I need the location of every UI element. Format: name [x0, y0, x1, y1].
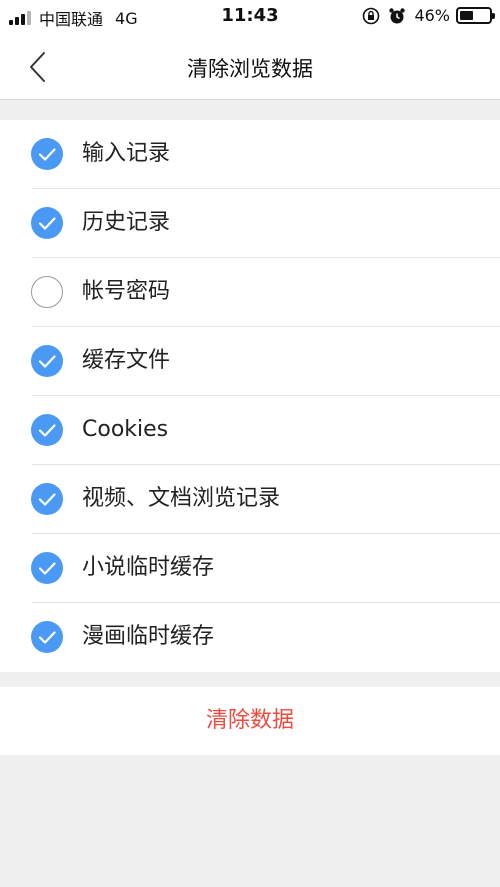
battery-icon — [456, 7, 495, 24]
option-row[interactable]: 漫画临时缓存 — [0, 603, 500, 672]
status-bar: 中国联通 4G 11:43 46% — [0, 0, 500, 33]
battery-percent: 46% — [414, 6, 450, 25]
option-label: 帐号密码 — [82, 279, 171, 304]
battery-level-fill — [460, 11, 473, 20]
unchecked-circle-icon[interactable] — [31, 276, 63, 308]
rotation-lock-icon — [363, 7, 380, 24]
status-right: 46% — [362, 6, 495, 25]
checked-circle-icon[interactable] — [31, 345, 63, 377]
clear-options-list: 输入记录历史记录帐号密码缓存文件 Cookies 视频、文档浏览记录 小说临时缓存 漫画… — [0, 120, 500, 672]
option-row[interactable]: 输入记录 — [0, 120, 500, 189]
checked-circle-icon[interactable] — [31, 414, 63, 446]
page-title: 清除浏览数据 — [187, 57, 313, 81]
option-label: 输入记录 — [82, 141, 171, 166]
option-label: 缓存文件 — [82, 348, 171, 373]
checked-circle-icon[interactable] — [31, 552, 63, 584]
alarm-icon — [389, 7, 406, 23]
option-row[interactable]: 缓存文件 — [0, 327, 500, 396]
option-row[interactable]: 历史记录 — [0, 189, 500, 258]
option-label: 历史记录 — [82, 210, 171, 235]
option-row[interactable]: Cookies — [0, 396, 500, 465]
checked-circle-icon[interactable] — [31, 138, 63, 170]
clear-data-button[interactable]: 清除数据 — [0, 687, 500, 755]
checked-circle-icon[interactable] — [31, 621, 63, 653]
option-row[interactable]: 视频、文档浏览记录 — [0, 465, 500, 534]
checked-circle-icon[interactable] — [31, 483, 63, 515]
checked-circle-icon[interactable] — [31, 207, 63, 239]
option-row[interactable]: 帐号密码 — [0, 258, 500, 327]
navigation-bar: 清除浏览数据 — [0, 33, 500, 100]
option-label: 小说临时缓存 — [82, 555, 215, 580]
option-label: 漫画临时缓存 — [82, 624, 215, 649]
option-label: Cookies — [82, 417, 169, 442]
option-label: 视频、文档浏览记录 — [82, 486, 281, 511]
option-row[interactable]: 小说临时缓存 — [0, 534, 500, 603]
